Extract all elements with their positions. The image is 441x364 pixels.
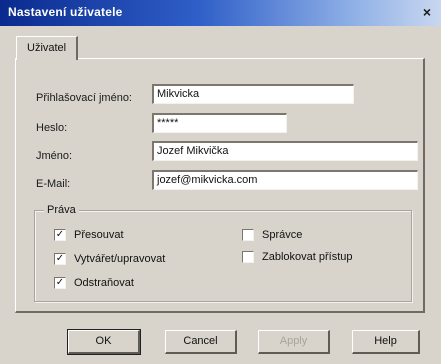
checkbox-move[interactable]: ✓ Přesouvat [54,228,194,244]
checkbox-create-edit-label: Vytvářet/upravovat [74,253,166,265]
checkbox-block-access-box[interactable] [242,251,254,263]
help-button[interactable]: Help [352,330,420,354]
checkbox-delete-box[interactable]: ✓ [54,277,66,289]
checkbox-admin-label: Správce [262,229,303,241]
checkbox-move-label: Přesouvat [74,229,124,241]
full-name-input[interactable]: Jozef Mikvička [152,141,418,161]
checkbox-delete[interactable]: ✓ Odstraňovat [54,276,194,292]
checkbox-admin[interactable]: Správce [242,228,382,244]
checkbox-create-edit-box[interactable]: ✓ [54,253,66,265]
tab-user-label: Uživatel [27,42,67,54]
checkbox-block-access-label: Zablokovat přístup [262,251,353,263]
checkbox-admin-box[interactable] [242,229,254,241]
email-input[interactable]: jozef@mikvicka.com [152,170,418,190]
password-input[interactable]: ***** [152,113,287,133]
login-name-input[interactable]: Mikvicka [152,84,354,104]
login-name-label: Přihlašovací jméno: [36,92,132,104]
ok-button[interactable]: OK [67,329,141,355]
checkbox-create-edit[interactable]: ✓ Vytvářet/upravovat [54,252,204,268]
user-settings-dialog: Nastavení uživatele × Uživatel Přihlašov… [0,0,441,364]
tab-user[interactable]: Uživatel [16,36,78,60]
window-title: Nastavení uživatele [8,5,123,19]
cancel-button[interactable]: Cancel [165,330,237,354]
checkbox-move-box[interactable]: ✓ [54,229,66,241]
checkbox-delete-label: Odstraňovat [74,277,134,289]
title-bar: Nastavení uživatele × [0,0,441,26]
apply-button[interactable]: Apply [258,330,330,354]
email-label: E-Mail: [36,178,71,190]
full-name-label: Jméno: [36,150,73,162]
checkbox-block-access[interactable]: Zablokovat přístup [242,250,392,266]
close-icon[interactable]: × [419,4,435,20]
rights-group-title: Práva [44,204,79,216]
password-label: Heslo: [36,122,68,134]
